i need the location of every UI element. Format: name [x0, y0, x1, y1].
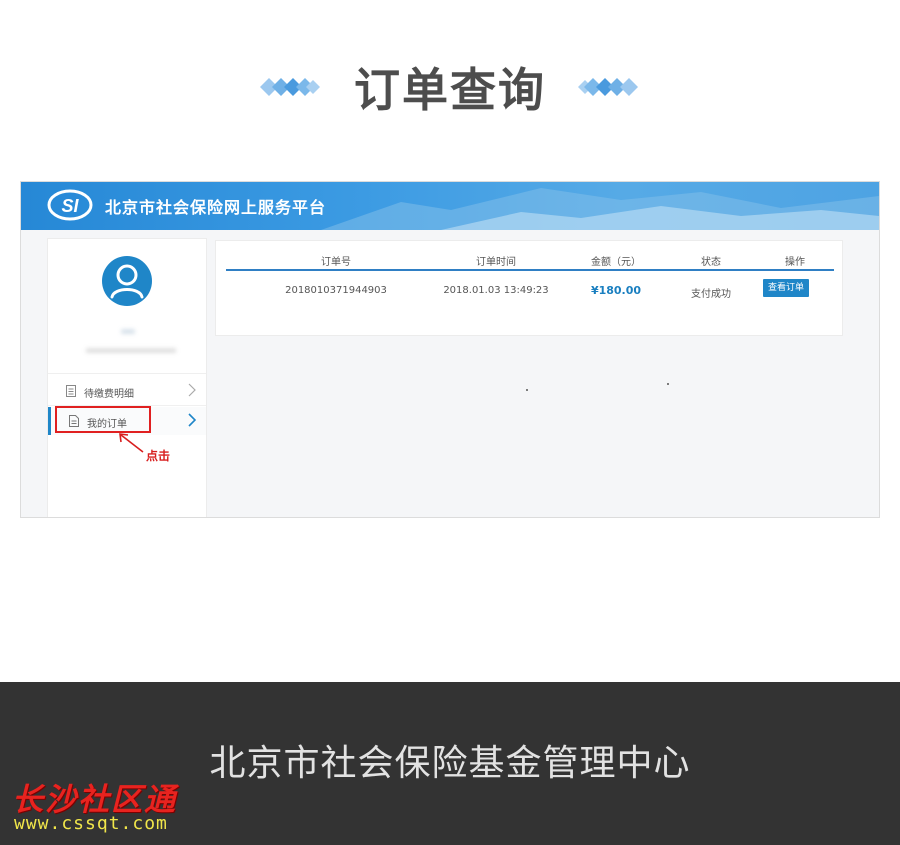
portal-sidebar: *** ******************** 待缴费明细 我的订单 — [47, 238, 207, 517]
order-number: 2018010371944903 — [285, 285, 387, 296]
svg-text:SI: SI — [61, 196, 79, 216]
click-annotation: 点击 — [146, 449, 171, 463]
page-header: 订单查询 — [0, 0, 900, 160]
column-header-action: 操作 — [785, 257, 805, 268]
document-icon — [69, 415, 79, 427]
order-time: 2018.01.03 13:49:23 — [443, 285, 549, 296]
watermark-url: www.cssqt.com — [14, 813, 168, 834]
column-header-order-no: 订单号 — [321, 257, 351, 268]
order-status: 支付成功 — [691, 289, 731, 300]
portal-screenshot: SI 北京市社会保险网上服务平台 *** *******************… — [20, 181, 880, 518]
column-header-amount: 金额（元） — [591, 257, 641, 268]
sidebar-item-label: 待缴费明细 — [84, 389, 134, 400]
annotation-arrow-icon — [119, 433, 144, 453]
stray-dot — [667, 383, 669, 385]
view-order-button[interactable]: 查看订单 — [763, 279, 809, 297]
portal-title: 北京市社会保险网上服务平台 — [105, 198, 327, 217]
chevron-right-icon — [188, 413, 196, 427]
table-header: 订单号 订单时间 金额（元） 状态 操作 — [226, 241, 834, 271]
column-header-order-time: 订单时间 — [476, 257, 516, 268]
footer: 北京市社会保险基金管理中心 长沙社区通 www.cssqt.com — [0, 682, 900, 845]
user-name-blurred: *** — [121, 329, 135, 339]
portal-content: *** ******************** 待缴费明细 我的订单 点击 订… — [21, 230, 879, 517]
stray-dot — [526, 389, 528, 391]
avatar-icon — [102, 256, 152, 306]
sidebar-item-label: 我的订单 — [87, 419, 127, 430]
order-amount: ¥180.00 — [590, 284, 642, 297]
chevron-right-icon — [188, 383, 196, 397]
column-header-status: 状态 — [701, 257, 721, 268]
sidebar-item-my-orders[interactable]: 我的订单 — [48, 407, 206, 435]
sidebar-divider — [48, 373, 206, 374]
list-icon — [66, 385, 76, 397]
sidebar-item-pending-payments[interactable]: 待缴费明细 — [48, 377, 206, 405]
orders-table: 订单号 订单时间 金额（元） 状态 操作 2018010371944903 20… — [215, 240, 843, 336]
diamond-ornament-right-icon — [578, 78, 638, 96]
portal-banner: SI 北京市社会保险网上服务平台 — [21, 182, 879, 230]
user-id-blurred: ******************** — [86, 348, 176, 358]
page-title: 订单查询 — [354, 63, 546, 117]
si-logo-icon: SI — [47, 189, 93, 221]
sidebar-separator — [48, 405, 206, 406]
